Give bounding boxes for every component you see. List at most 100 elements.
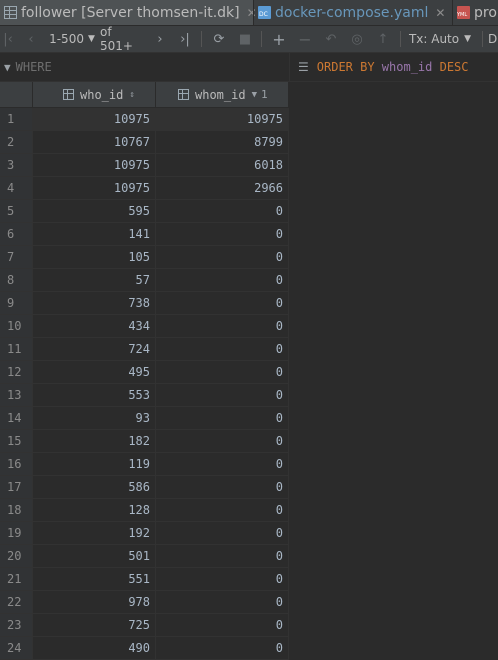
row-number[interactable]: 22 [0,591,33,613]
last-page-icon[interactable]: ›| [174,26,196,52]
row-number[interactable]: 9 [0,292,33,314]
column-header-who-id[interactable]: who_id ⇕ [33,82,156,107]
row-number[interactable]: 7 [0,246,33,268]
row-number[interactable]: 5 [0,200,33,222]
cell-who-id[interactable]: 192 [33,522,156,544]
where-filter-field[interactable]: ▼ WHERE [4,53,52,81]
table-row[interactable]: 19 192 0 [0,522,289,545]
row-number[interactable]: 15 [0,430,33,452]
cell-who-id[interactable]: 725 [33,614,156,636]
table-row[interactable]: 14 93 0 [0,407,289,430]
cell-whom-id[interactable]: 0 [156,499,289,521]
table-row[interactable]: 16 119 0 [0,453,289,476]
revert-icon[interactable]: ↶ [320,26,342,52]
order-by-field[interactable]: ☰ ORDER BY whom_id DESC [298,53,469,81]
tab-pro[interactable]: pro [453,0,498,25]
cell-whom-id[interactable]: 0 [156,453,289,475]
cell-who-id[interactable]: 724 [33,338,156,360]
cell-whom-id[interactable]: 0 [156,361,289,383]
cell-who-id[interactable]: 434 [33,315,156,337]
row-number[interactable]: 18 [0,499,33,521]
table-row[interactable]: 23 725 0 [0,614,289,637]
row-number[interactable]: 16 [0,453,33,475]
row-number[interactable]: 13 [0,384,33,406]
cell-who-id[interactable]: 141 [33,223,156,245]
table-row[interactable]: 20 501 0 [0,545,289,568]
sort-arrows-icon[interactable]: ⇕ [129,90,134,100]
cell-whom-id[interactable]: 0 [156,637,289,659]
table-row[interactable]: 17 586 0 [0,476,289,499]
cell-who-id[interactable]: 93 [33,407,156,429]
cell-whom-id[interactable]: 0 [156,292,289,314]
table-row[interactable]: 3 10975 6018 [0,154,289,177]
table-row[interactable]: 7 105 0 [0,246,289,269]
row-number[interactable]: 17 [0,476,33,498]
cell-whom-id[interactable]: 0 [156,614,289,636]
table-row[interactable]: 22 978 0 [0,591,289,614]
cell-whom-id[interactable]: 8799 [156,131,289,153]
cell-whom-id[interactable]: 0 [156,545,289,567]
table-row[interactable]: 2 10767 8799 [0,131,289,154]
close-icon[interactable]: ✕ [435,6,445,20]
add-row-icon[interactable]: + [268,26,290,52]
cell-who-id[interactable]: 551 [33,568,156,590]
cell-whom-id[interactable]: 10975 [156,108,289,130]
cell-who-id[interactable]: 586 [33,476,156,498]
cell-who-id[interactable]: 182 [33,430,156,452]
table-row[interactable]: 15 182 0 [0,430,289,453]
table-row[interactable]: 10 434 0 [0,315,289,338]
table-row[interactable]: 5 595 0 [0,200,289,223]
cell-whom-id[interactable]: 0 [156,407,289,429]
cell-who-id[interactable]: 105 [33,246,156,268]
table-row[interactable]: 12 495 0 [0,361,289,384]
table-row[interactable]: 9 738 0 [0,292,289,315]
table-row[interactable]: 21 551 0 [0,568,289,591]
row-number[interactable]: 8 [0,269,33,291]
cell-whom-id[interactable]: 0 [156,315,289,337]
row-number[interactable]: 4 [0,177,33,199]
prev-page-icon[interactable]: ‹ [22,26,40,52]
row-number[interactable]: 11 [0,338,33,360]
cell-whom-id[interactable]: 0 [156,269,289,291]
row-number[interactable]: 24 [0,637,33,659]
table-row[interactable]: 13 553 0 [0,384,289,407]
row-number[interactable]: 2 [0,131,33,153]
cell-whom-id[interactable]: 6018 [156,154,289,176]
row-number[interactable]: 23 [0,614,33,636]
cell-who-id[interactable]: 128 [33,499,156,521]
row-number[interactable]: 21 [0,568,33,590]
cell-who-id[interactable]: 490 [33,637,156,659]
cell-who-id[interactable]: 553 [33,384,156,406]
cell-who-id[interactable]: 10975 [33,108,156,130]
table-row[interactable]: 6 141 0 [0,223,289,246]
cell-who-id[interactable]: 495 [33,361,156,383]
cell-who-id[interactable]: 595 [33,200,156,222]
table-row[interactable]: 18 128 0 [0,499,289,522]
table-row[interactable]: 11 724 0 [0,338,289,361]
cell-who-id[interactable]: 10975 [33,154,156,176]
cell-whom-id[interactable]: 0 [156,591,289,613]
column-header-whom-id[interactable]: whom_id ▼ 1 [156,82,289,107]
row-number[interactable]: 19 [0,522,33,544]
cell-who-id[interactable]: 119 [33,453,156,475]
cell-who-id[interactable]: 738 [33,292,156,314]
page-range-dropdown[interactable]: 1-500 ▼ [44,26,100,52]
submit-icon[interactable]: ↑ [372,26,394,52]
cell-whom-id[interactable]: 0 [156,522,289,544]
row-number[interactable]: 1 [0,108,33,130]
tab-docker-compose[interactable]: docker-compose.yaml ✕ [254,0,452,25]
cell-whom-id[interactable]: 0 [156,568,289,590]
table-row[interactable]: 1 10975 10975 [0,108,289,131]
tab-follower[interactable]: follower [Server thomsen-it.dk] ✕ [0,0,257,25]
cell-whom-id[interactable]: 0 [156,200,289,222]
cell-whom-id[interactable]: 0 [156,338,289,360]
next-page-icon[interactable]: › [150,26,170,52]
row-number[interactable]: 3 [0,154,33,176]
refresh-icon[interactable]: ⟳ [208,26,230,52]
more-toolbar-item[interactable]: D [488,26,498,52]
row-number[interactable]: 6 [0,223,33,245]
table-row[interactable]: 8 57 0 [0,269,289,292]
cell-who-id[interactable]: 10975 [33,177,156,199]
cell-whom-id[interactable]: 0 [156,246,289,268]
cell-who-id[interactable]: 57 [33,269,156,291]
